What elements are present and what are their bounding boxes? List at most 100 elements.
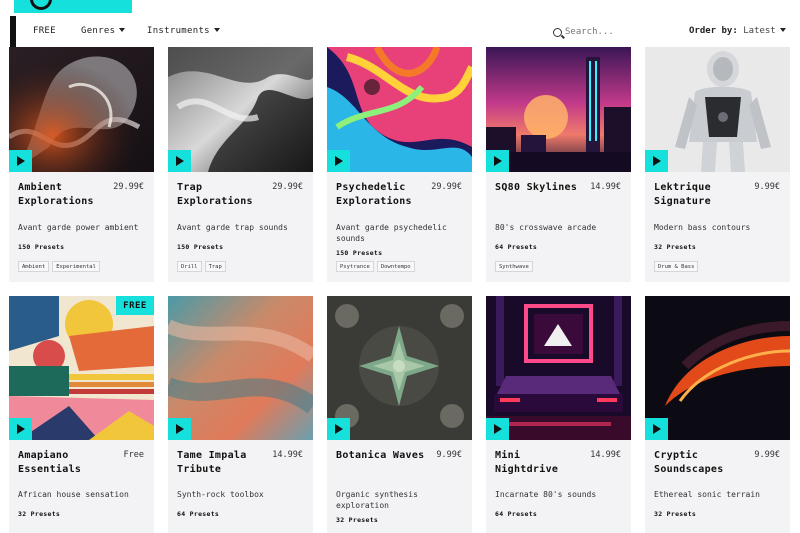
search-box [553, 24, 673, 40]
product-artwork[interactable] [327, 296, 472, 440]
tag-list: Ambient Experimental [18, 261, 100, 272]
preset-count: 64 Presets [177, 510, 220, 518]
play-icon[interactable] [486, 418, 509, 440]
product-artwork[interactable] [486, 296, 631, 440]
product-card[interactable]: Trap Explorations 29.99€ Avant garde tra… [168, 47, 313, 282]
preset-count: 64 Presets [495, 243, 538, 251]
tag[interactable]: Synthwave [495, 261, 533, 272]
tag[interactable]: Trap [204, 261, 226, 272]
play-icon[interactable] [645, 150, 668, 172]
product-title[interactable]: Trap Explorations [177, 181, 267, 209]
chevron-down-icon [119, 28, 126, 32]
product-price: 29.99€ [431, 182, 462, 192]
nav-item-instruments[interactable]: Instruments [147, 26, 220, 36]
product-description: Organic synthesis exploration [336, 490, 418, 510]
tag[interactable]: Psytrance [336, 261, 374, 272]
product-artwork[interactable] [327, 47, 472, 172]
product-title[interactable]: Lektrique Signature [654, 181, 744, 209]
product-description: Ethereal sonic terrain [654, 490, 760, 499]
search-icon[interactable] [553, 27, 562, 37]
product-description: Modern bass contours [654, 223, 751, 232]
top-strip [0, 0, 800, 15]
nav-item-genres[interactable]: Genres [81, 26, 126, 36]
play-icon[interactable] [168, 150, 191, 172]
navbar: FREE Genres Instruments Order by: Latest [0, 16, 800, 48]
preset-count: 32 Presets [336, 516, 379, 524]
play-icon[interactable] [327, 418, 350, 440]
tag-list: Psytrance Downtempo [336, 261, 415, 272]
product-title[interactable]: Botanica Waves [336, 449, 426, 463]
product-price: 9.99€ [754, 182, 780, 192]
preset-count: 64 Presets [495, 510, 538, 518]
product-price: 14.99€ [272, 450, 303, 460]
product-price: 29.99€ [272, 182, 303, 192]
nav-accent-bar [10, 16, 16, 48]
product-artwork[interactable] [645, 296, 790, 440]
product-card[interactable]: Ambient Explorations 29.99€ Avant garde … [9, 47, 154, 282]
product-description: Avant garde power ambient [18, 223, 139, 232]
play-icon[interactable] [327, 150, 350, 172]
product-card[interactable]: Tame Impala Tribute 14.99€ Synth-rock to… [168, 296, 313, 533]
product-artwork[interactable] [645, 47, 790, 172]
product-artwork[interactable] [486, 47, 631, 172]
preset-count: 150 Presets [18, 243, 65, 251]
tag-list: Drum & Bass [654, 261, 699, 272]
preset-count: 150 Presets [336, 249, 383, 257]
play-icon[interactable] [645, 418, 668, 440]
order-by-select[interactable]: Latest [743, 26, 786, 36]
tag[interactable]: Drill [177, 261, 202, 272]
order-by-value: Latest [743, 26, 776, 36]
product-title[interactable]: Ambient Explorations [18, 181, 108, 209]
product-artwork[interactable] [168, 47, 313, 172]
product-description: African house sensation [18, 490, 129, 499]
logo[interactable] [14, 0, 132, 13]
logo-icon [30, 0, 52, 10]
tag[interactable]: Experimental [52, 261, 100, 272]
product-description: Avant garde trap sounds [177, 223, 288, 232]
product-artwork[interactable] [168, 296, 313, 440]
tag-list: Drill Trap [177, 261, 226, 272]
product-title[interactable]: Psychedelic Explorations [336, 181, 426, 209]
product-card[interactable]: Mini Nightdrive 14.99€ Incarnate 80's so… [486, 296, 631, 533]
play-icon[interactable] [168, 418, 191, 440]
product-description: Incarnate 80's sounds [495, 490, 597, 499]
product-price: Free [123, 450, 144, 460]
product-price: 14.99€ [590, 182, 621, 192]
product-card[interactable]: FREE Amapiano Essentials Free African ho… [9, 296, 154, 533]
nav-item-instruments-label: Instruments [147, 26, 210, 36]
search-input[interactable] [565, 27, 665, 37]
product-card[interactable]: Lektrique Signature 9.99€ Modern bass co… [645, 47, 790, 282]
product-title[interactable]: Tame Impala Tribute [177, 449, 267, 477]
product-description: Avant garde psychedelic sounds [336, 223, 447, 243]
preset-count: 32 Presets [654, 510, 697, 518]
free-badge: FREE [116, 296, 154, 315]
product-title[interactable]: Cryptic Soundscapes [654, 449, 744, 477]
play-icon[interactable] [9, 418, 32, 440]
product-price: 9.99€ [436, 450, 462, 460]
preset-count: 32 Presets [18, 510, 61, 518]
product-title[interactable]: Mini Nightdrive [495, 449, 585, 477]
product-artwork[interactable] [9, 47, 154, 172]
product-title[interactable]: Amapiano Essentials [18, 449, 108, 477]
tag-list: Synthwave [495, 261, 533, 272]
product-artwork[interactable]: FREE [9, 296, 154, 440]
preset-count: 150 Presets [177, 243, 224, 251]
tag[interactable]: Drum & Bass [654, 261, 699, 272]
play-icon[interactable] [486, 150, 509, 172]
tag[interactable]: Ambient [18, 261, 50, 272]
product-description: 80's crosswave arcade [495, 223, 597, 232]
play-icon[interactable] [9, 150, 32, 172]
chevron-down-icon [779, 28, 786, 32]
product-card[interactable]: Botanica Waves 9.99€ Organic synthesis e… [327, 296, 472, 533]
product-title[interactable]: SQ80 Skylines [495, 181, 585, 195]
product-card[interactable]: Psychedelic Explorations 29.99€ Avant ga… [327, 47, 472, 282]
product-price: 29.99€ [113, 182, 144, 192]
product-description: Synth-rock toolbox [177, 490, 264, 499]
product-price: 14.99€ [590, 450, 621, 460]
nav-item-free[interactable]: FREE [33, 26, 56, 36]
product-price: 9.99€ [754, 450, 780, 460]
product-card[interactable]: SQ80 Skylines 14.99€ 80's crosswave arca… [486, 47, 631, 282]
tag[interactable]: Downtempo [376, 261, 415, 272]
preset-count: 32 Presets [654, 243, 697, 251]
product-card[interactable]: Cryptic Soundscapes 9.99€ Ethereal sonic… [645, 296, 790, 533]
